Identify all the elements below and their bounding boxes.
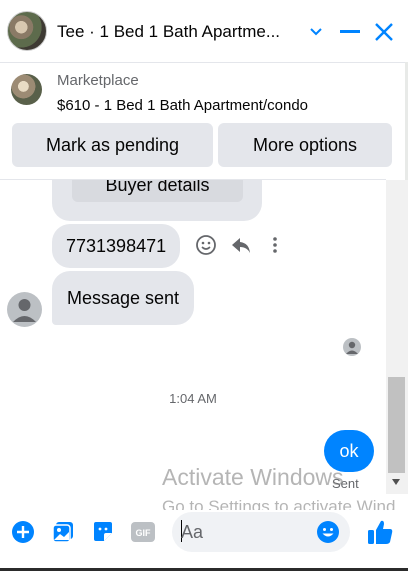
message-input-placeholder: Aa [181,522,204,542]
emoji-icon[interactable] [314,518,342,546]
message-text: 7731398471 [66,235,167,256]
contact-avatar-small[interactable] [7,292,42,327]
message-bubble-phone[interactable]: 7731398471 [52,224,181,268]
message-text: Message sent [67,287,180,308]
sticker-icon[interactable] [89,518,117,546]
contact-avatar[interactable] [7,11,47,51]
listing-title[interactable]: $610 - 1 Bed 1 Bath Apartment/condo [57,97,308,114]
activate-windows-watermark: Activate Windows [162,464,344,490]
more-options-button[interactable]: More options [218,123,392,167]
react-icon[interactable] [195,234,217,256]
minimize-icon[interactable] [336,18,364,46]
gif-icon[interactable]: GIF [129,518,157,546]
svg-text:GIF: GIF [136,528,152,538]
add-icon[interactable] [9,518,37,546]
scroll-down-arrow[interactable] [392,479,400,485]
message-timestamp: 1:04 AM [169,391,217,406]
header-divider [0,62,408,63]
more-actions-icon[interactable] [268,235,282,257]
message-list: Buyer details 7731398471 Message sent 1:… [0,180,386,510]
photo-icon[interactable] [49,518,77,546]
close-icon[interactable] [370,18,398,46]
message-bubble-sent-notice[interactable]: Message sent [52,271,195,325]
marketplace-label: Marketplace [57,72,139,89]
scrollbar-thumb[interactable] [388,377,405,473]
conversation-title[interactable]: Tee · 1 Bed 1 Bath Apartme... [57,22,303,42]
listing-thumbnail[interactable] [11,74,42,105]
mark-as-pending-button[interactable]: Mark as pending [12,123,213,167]
reply-icon[interactable] [230,234,252,256]
message-text: ok [339,440,359,461]
read-receipt-avatar [343,338,361,356]
like-icon[interactable] [366,518,394,546]
chevron-down-icon[interactable] [302,18,330,46]
buyer-details-button[interactable]: Buyer details [72,180,243,202]
